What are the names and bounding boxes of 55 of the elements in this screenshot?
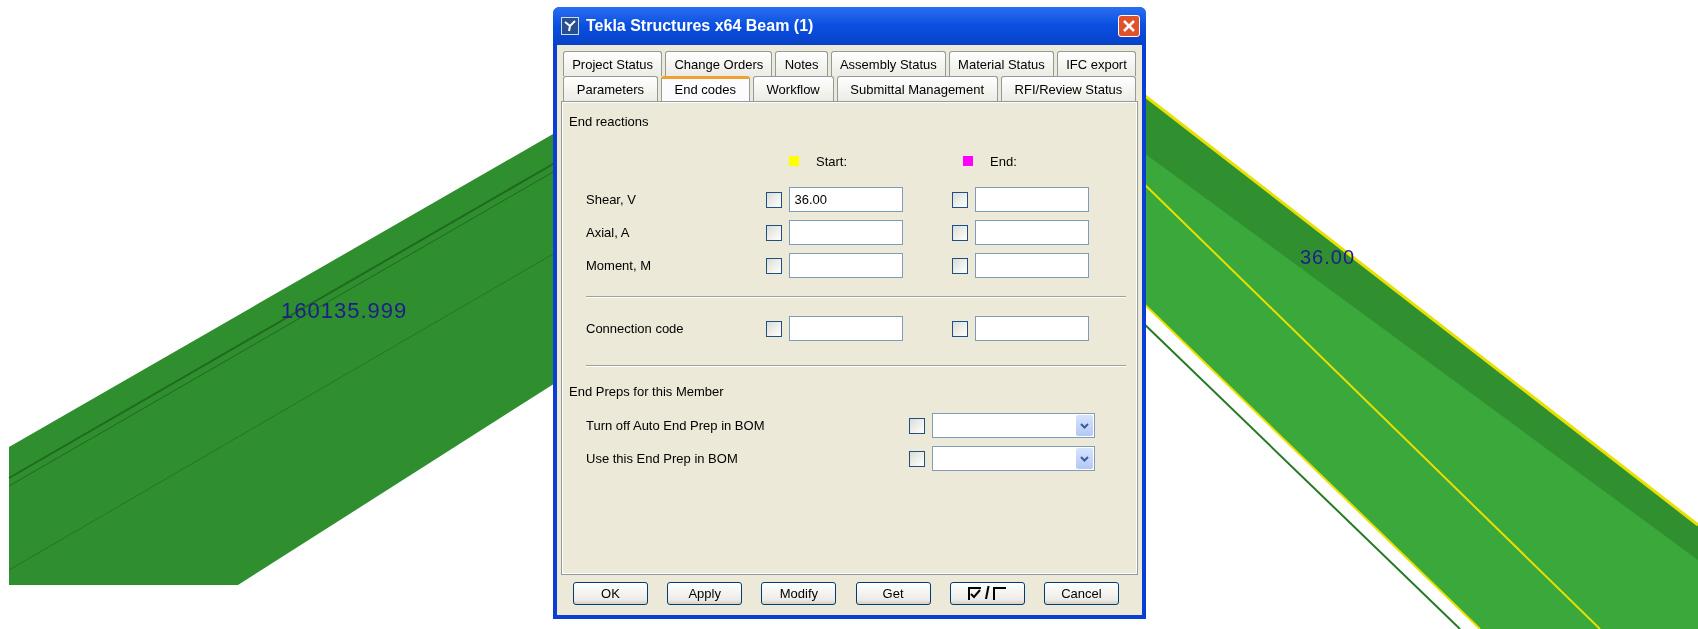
tab[interactable]: Notes — [775, 51, 828, 76]
checkbox[interactable] — [766, 320, 783, 337]
close-icon — [1123, 20, 1135, 32]
toggle-all-button[interactable]: / — [949, 582, 1025, 605]
tab[interactable]: Project Status — [563, 51, 663, 76]
tab[interactable]: Parameters — [563, 76, 658, 101]
input-field[interactable] — [974, 220, 1089, 245]
app-icon — [561, 17, 579, 35]
dialog-button[interactable]: Apply — [667, 582, 743, 605]
input-field[interactable] — [789, 316, 904, 341]
window-title: Tekla Structures x64 Beam (1) — [586, 17, 815, 35]
input-field[interactable] — [974, 187, 1089, 212]
dialog-button[interactable]: OK — [573, 582, 648, 605]
checkbox[interactable] — [951, 191, 968, 208]
dialog-button[interactable]: Modify — [761, 582, 837, 605]
tab[interactable]: Material Status — [948, 51, 1054, 76]
checkbox[interactable] — [951, 224, 968, 241]
dropdown[interactable] — [932, 446, 1095, 471]
field-label: Turn off Auto End Prep in BOM — [586, 418, 766, 433]
tab[interactable]: Submittal Management — [836, 76, 998, 101]
dimension-label: 36.00 — [1300, 246, 1356, 269]
close-button[interactable] — [1118, 15, 1140, 37]
checkbox[interactable] — [766, 191, 783, 208]
field-label: Axial, A — [586, 225, 631, 240]
tab[interactable]: Assembly Status — [830, 51, 946, 76]
checkbox[interactable] — [766, 224, 783, 241]
checkbox[interactable] — [909, 417, 925, 434]
field-label: Connection code — [586, 321, 685, 336]
tab[interactable]: IFC export — [1056, 51, 1136, 76]
section-heading: End Preps for this Member — [569, 384, 724, 399]
input-field[interactable] — [789, 220, 904, 245]
column-label: End: — [990, 153, 1017, 169]
input-field[interactable] — [974, 253, 1089, 278]
checkbox[interactable] — [909, 450, 925, 467]
tab[interactable]: Workflow — [752, 76, 834, 101]
tab[interactable]: Change Orders — [665, 51, 773, 76]
empty-box-icon — [992, 586, 1007, 601]
input-field[interactable]: 36.00 — [789, 187, 904, 212]
checkbox[interactable] — [766, 257, 783, 274]
checked-box-icon — [967, 586, 982, 601]
field-label: Moment, M — [586, 258, 652, 273]
checkbox[interactable] — [951, 257, 968, 274]
input-field[interactable] — [974, 316, 1089, 341]
field-label: Use this End Prep in BOM — [586, 451, 739, 466]
dialog-button[interactable]: Cancel — [1043, 582, 1119, 605]
field-label: Shear, V — [586, 192, 637, 207]
tab[interactable]: End codes — [660, 76, 750, 101]
checkbox[interactable] — [951, 320, 968, 337]
dimension-label: 160135.999 — [281, 298, 408, 324]
column-label: Start: — [816, 153, 848, 169]
tab[interactable]: RFI/Review Status — [1000, 76, 1136, 101]
dropdown[interactable] — [932, 413, 1095, 438]
input-field[interactable] — [789, 253, 904, 278]
dialog-button[interactable]: Get — [855, 582, 931, 605]
section-heading: End reactions — [569, 114, 649, 129]
